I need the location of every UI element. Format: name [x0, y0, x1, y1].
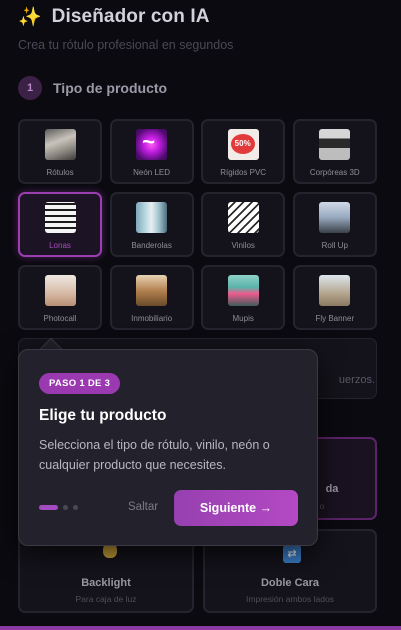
- tour-dot: [73, 505, 78, 510]
- corporeas-3d-thumbnail: [319, 129, 351, 160]
- product-label: Inmobiliario: [131, 314, 173, 323]
- banderolas-thumbnail: [136, 202, 168, 233]
- tour-title: Elige tu producto: [39, 407, 167, 424]
- product-label: Lonas: [49, 241, 71, 250]
- product-card-banderolas[interactable]: Banderolas: [109, 192, 194, 257]
- product-card-inmobiliario[interactable]: Inmobiliario: [109, 265, 194, 330]
- vinilos-thumbnail: [227, 202, 259, 233]
- product-label: Neón LED: [133, 168, 171, 177]
- tour-next-button[interactable]: Siguiente →: [174, 490, 298, 526]
- lonas-thumbnail: [44, 202, 76, 233]
- neon-led-thumbnail: [136, 129, 168, 160]
- step-header: 1 Tipo de producto: [18, 76, 167, 100]
- option-subtitle: Para caja de luz: [75, 594, 137, 604]
- product-card-lonas[interactable]: Lonas: [18, 192, 102, 257]
- product-card-photocall[interactable]: Photocall: [18, 265, 102, 330]
- double-sided-icon: ⇄: [283, 545, 301, 563]
- product-card-roll-up[interactable]: Roll Up: [292, 192, 377, 257]
- product-card-neon-led[interactable]: Neón LED: [109, 119, 194, 184]
- step-number-badge: 1: [18, 76, 42, 100]
- inmobiliario-thumbnail: [136, 275, 168, 306]
- tour-dot-active: [39, 505, 58, 510]
- product-label: Banderolas: [131, 241, 172, 250]
- tour-progress-dots: [39, 505, 78, 510]
- product-label: Photocall: [43, 314, 77, 323]
- tour-step-badge: PASO 1 DE 3: [39, 373, 121, 394]
- product-card-fly-banner[interactable]: Fly Banner: [292, 265, 377, 330]
- step-title: Tipo de producto: [53, 80, 168, 96]
- bottom-accent-bar: [0, 626, 401, 630]
- tour-popover: PASO 1 DE 3 Elige tu producto Selecciona…: [18, 349, 318, 546]
- header: ✨ Diseñador con IA: [18, 6, 210, 28]
- product-grid: Rótulos Neón LED Rígidos PVC Corpóreas 3…: [18, 119, 377, 330]
- product-label: Vinilos: [231, 241, 255, 250]
- product-card-vinilos[interactable]: Vinilos: [201, 192, 286, 257]
- description-hint-text: uerzos.: [338, 374, 375, 386]
- sparkles-icon: ✨: [18, 6, 42, 28]
- product-card-mupis[interactable]: Mupis: [201, 265, 286, 330]
- product-label: Corpóreas 3D: [309, 168, 360, 177]
- roll-up-thumbnail: [319, 202, 351, 233]
- mupis-thumbnail: [227, 275, 259, 306]
- product-card-rigidos-pvc[interactable]: Rígidos PVC: [201, 119, 286, 184]
- product-card-rotulos[interactable]: Rótulos: [18, 119, 102, 184]
- product-label: Mupis: [232, 314, 254, 323]
- rotulos-thumbnail: [44, 129, 76, 160]
- tour-dot: [63, 505, 68, 510]
- rigidos-pvc-thumbnail: [227, 129, 259, 160]
- tour-description: Selecciona el tipo de rótulo, vinilo, ne…: [39, 438, 270, 472]
- product-label: Fly Banner: [315, 314, 355, 323]
- fly-banner-thumbnail: [319, 275, 351, 306]
- product-label: Rígidos PVC: [220, 168, 267, 177]
- option-title: Backlight: [81, 577, 131, 589]
- tour-skip-button[interactable]: Saltar: [128, 501, 158, 513]
- app-title: Diseñador con IA: [51, 6, 210, 27]
- option-title: Doble Cara: [260, 577, 320, 589]
- app-subtitle: Crea tu rótulo profesional en segundos: [18, 38, 234, 52]
- option-subtitle: Impresión ambos lados: [246, 594, 334, 604]
- product-card-corporeas-3d[interactable]: Corpóreas 3D: [292, 119, 377, 184]
- product-label: Roll Up: [321, 241, 348, 250]
- product-label: Rótulos: [46, 168, 74, 177]
- photocall-thumbnail: [44, 275, 76, 306]
